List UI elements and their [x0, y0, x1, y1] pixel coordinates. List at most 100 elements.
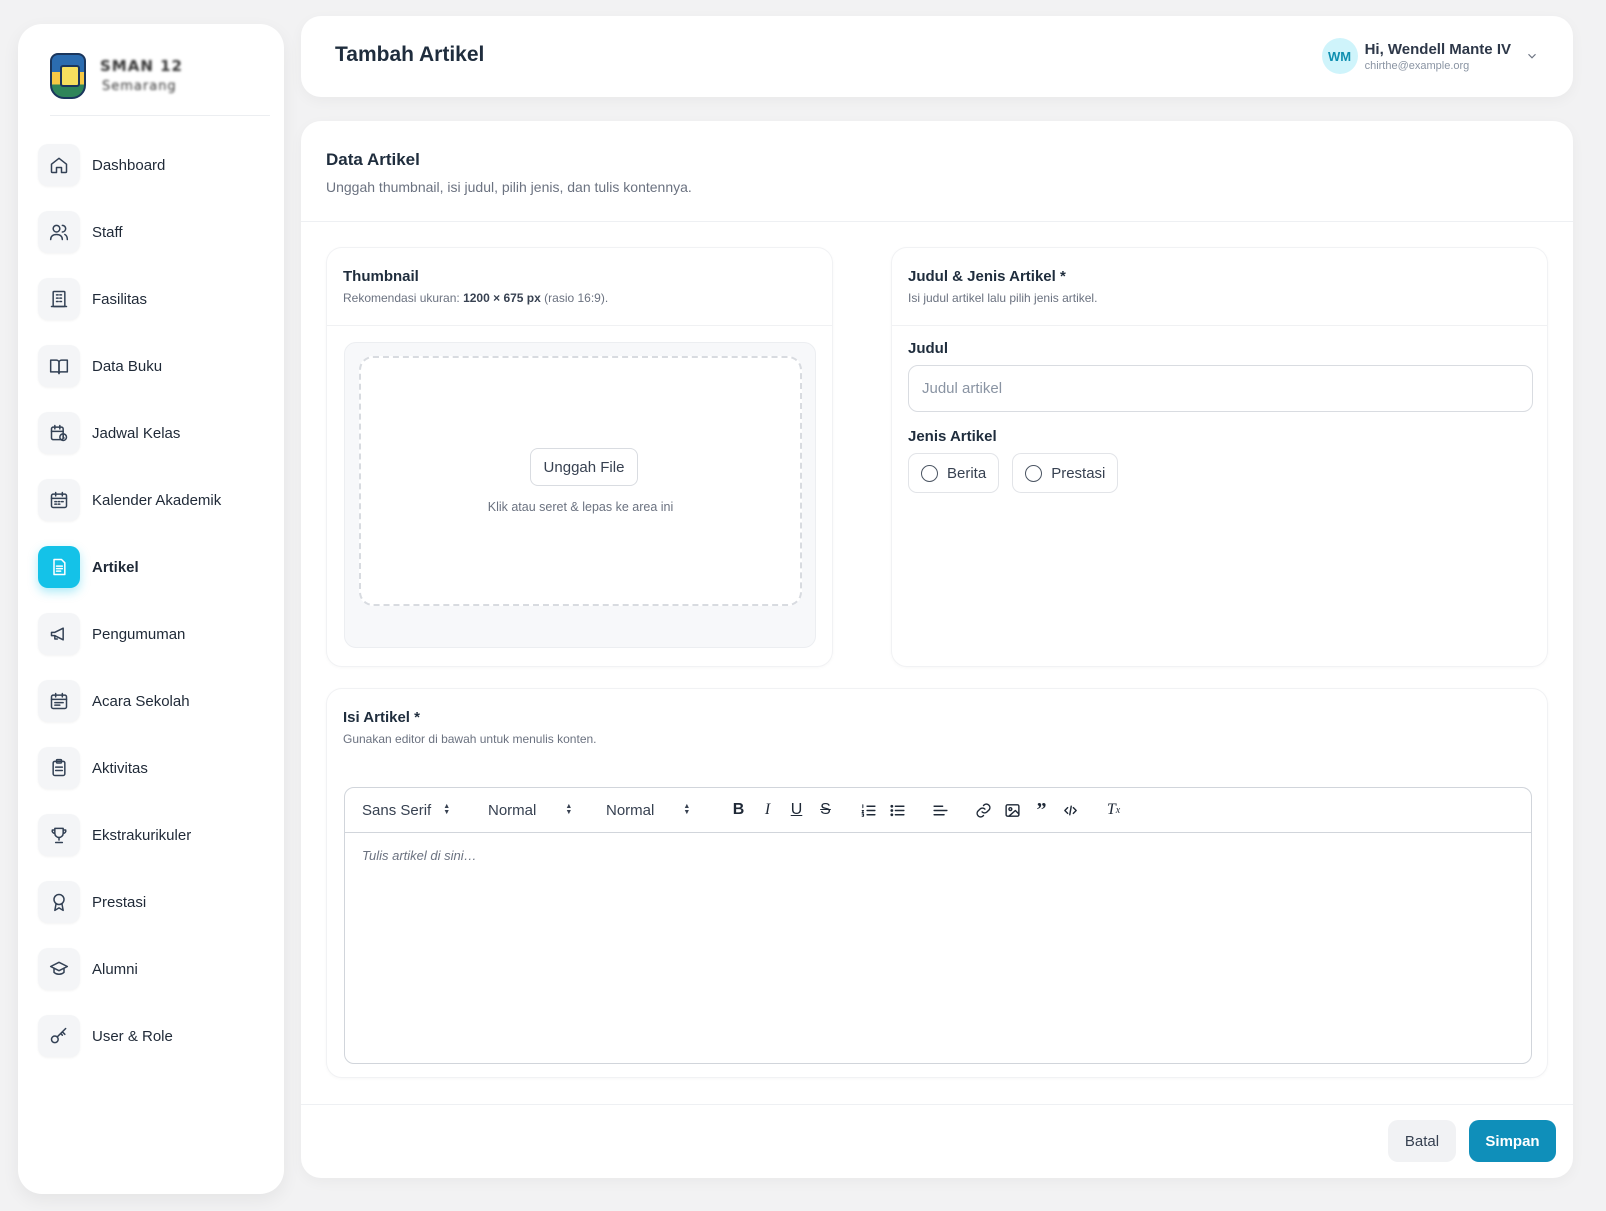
judul-panel-subtitle: Isi judul artikel lalu pilih jenis artik… — [908, 291, 1098, 305]
sidebar-item-alumni[interactable]: Alumni — [38, 948, 264, 990]
upload-dropzone[interactable]: Unggah File Klik atau seret & lepas ke a… — [359, 356, 802, 606]
radio-circle-icon — [1025, 464, 1043, 482]
updown-icon: ▲ ▼ — [565, 803, 573, 816]
dropzone-hint: Klik atau seret & lepas ke area ini — [487, 500, 674, 514]
sidebar-item-label: Kalender Akademik — [92, 491, 222, 509]
sidebar-item-staff[interactable]: Staff — [38, 211, 264, 253]
cancel-button[interactable]: Batal — [1388, 1120, 1456, 1162]
thumbnail-panel: Thumbnail Rekomendasi ukuran: 1200 × 675… — [326, 247, 833, 667]
jenis-artikel-options: Berita Prestasi — [908, 453, 1119, 493]
brand[interactable]: SMAN 12 Semarang — [50, 44, 270, 116]
calendar-clock-icon — [38, 412, 80, 454]
user-name: Hi, Wendell Mante IV — [1364, 40, 1511, 58]
font-family-select[interactable]: Sans Serif ▲ ▼ — [362, 802, 488, 819]
thumbnail-size: 1200 × 675 px — [463, 291, 541, 305]
sidebar-item-user-role[interactable]: User & Role — [38, 1015, 264, 1057]
award-icon — [38, 881, 80, 923]
sidebar-item-aktivitas[interactable]: Aktivitas — [38, 747, 264, 789]
heading-select[interactable]: Normal ▲ ▼ — [606, 802, 724, 819]
sidebar-item-label: Artikel — [92, 558, 139, 576]
sidebar-item-kalender-akademik[interactable]: Kalender Akademik — [38, 479, 264, 521]
sidebar-item-label: Fasilitas — [92, 290, 148, 308]
sidebar-item-prestasi[interactable]: Prestasi — [38, 881, 264, 923]
sidebar-item-label: User & Role — [92, 1027, 173, 1045]
sidebar-item-jadwal-kelas[interactable]: Jadwal Kelas — [38, 412, 264, 454]
user-menu[interactable]: WM Hi, Wendell Mante IV chirthe@example.… — [1321, 38, 1539, 74]
sidebar-item-fasilitas[interactable]: Fasilitas — [38, 278, 264, 320]
isi-panel-title: Isi Artikel * — [343, 709, 420, 726]
key-icon — [38, 1015, 80, 1057]
sidebar-item-label: Pengumuman — [92, 625, 186, 643]
home-icon — [38, 144, 80, 186]
sidebar-item-label: Jadwal Kelas — [92, 424, 181, 442]
judul-label: Judul — [908, 340, 948, 357]
quote-icon[interactable]: ” — [1027, 798, 1056, 822]
clipboard-icon — [38, 747, 80, 789]
italic-icon[interactable]: I — [753, 798, 782, 822]
sidebar-item-label: Ekstrakurikuler — [92, 826, 192, 844]
sidebar-item-label: Prestasi — [92, 893, 147, 911]
school-logo — [50, 52, 86, 99]
sidebar-item-label: Data Buku — [92, 357, 163, 375]
sidebar-item-acara-sekolah[interactable]: Acara Sekolah — [38, 680, 264, 722]
radio-label: Berita — [947, 464, 987, 482]
sidebar-item-label: Aktivitas — [92, 759, 148, 777]
sidebar-item-label: Acara Sekolah — [92, 692, 190, 710]
isi-panel-subtitle: Gunakan editor di bawah untuk menulis ko… — [343, 732, 597, 746]
ordered-list-icon[interactable] — [854, 798, 883, 822]
bullet-list-icon[interactable] — [883, 798, 912, 822]
user-email: chirthe@example.org — [1364, 59, 1470, 72]
top-header: Tambah Artikel WM Hi, Wendell Mante IV c… — [301, 16, 1573, 97]
clear-format-icon[interactable]: Tx — [1099, 798, 1128, 822]
judul-input[interactable] — [908, 365, 1533, 412]
building-icon — [38, 278, 80, 320]
font-size-select[interactable]: Normal ▲ ▼ — [488, 802, 606, 819]
radio-berita[interactable]: Berita — [908, 453, 1000, 493]
sidebar-item-pengumuman[interactable]: Pengumuman — [38, 613, 264, 655]
sidebar-item-data-buku[interactable]: Data Buku — [38, 345, 264, 387]
editor-toolbar: Sans Serif ▲ ▼ Normal ▲ ▼ Normal ▲ ▼ B I U S — [345, 788, 1531, 833]
bold-icon[interactable]: B — [724, 798, 753, 822]
editor-content-area[interactable]: Tulis artikel di sini… — [345, 833, 1531, 878]
calendar-event-icon — [38, 680, 80, 722]
radio-prestasi[interactable]: Prestasi — [1012, 453, 1119, 493]
save-button[interactable]: Simpan — [1469, 1120, 1556, 1162]
chevron-down-icon — [1525, 49, 1539, 63]
sidebar-nav: Dashboard Staff Fasilitas Data Buku Jadw… — [38, 144, 264, 1082]
align-icon[interactable] — [926, 798, 955, 822]
avatar: WM — [1321, 38, 1358, 74]
trophy-icon — [38, 814, 80, 856]
main-card: Data Artikel Unggah thumbnail, isi judul… — [301, 121, 1573, 1178]
updown-icon: ▲ ▼ — [683, 803, 691, 816]
link-icon[interactable] — [969, 798, 998, 822]
footer-divider — [301, 1104, 1573, 1105]
sidebar-item-label: Staff — [92, 223, 123, 241]
thumbnail-hint: Rekomendasi ukuran: 1200 × 675 px (rasio… — [343, 291, 609, 305]
document-icon — [38, 546, 80, 588]
sidebar-item-label: Alumni — [92, 960, 138, 978]
underline-icon[interactable]: U — [782, 798, 811, 822]
sidebar-item-artikel[interactable]: Artikel — [38, 546, 264, 588]
sidebar-item-dashboard[interactable]: Dashboard — [38, 144, 264, 186]
thumbnail-title: Thumbnail — [343, 268, 419, 285]
sidebar: SMAN 12 Semarang Dashboard Staff Fasilit… — [18, 24, 284, 1194]
code-icon[interactable] — [1056, 798, 1085, 822]
rich-text-editor: Sans Serif ▲ ▼ Normal ▲ ▼ Normal ▲ ▼ B I U S — [344, 787, 1532, 1064]
jenis-artikel-label: Jenis Artikel — [908, 428, 997, 445]
isi-artikel-panel: Isi Artikel * Gunakan editor di bawah un… — [326, 688, 1548, 1078]
book-icon — [38, 345, 80, 387]
graduation-cap-icon — [38, 948, 80, 990]
main-header: Data Artikel Unggah thumbnail, isi judul… — [301, 121, 1573, 222]
image-icon[interactable] — [998, 798, 1027, 822]
sidebar-item-ekstrakurikuler[interactable]: Ekstrakurikuler — [38, 814, 264, 856]
upload-file-button[interactable]: Unggah File — [530, 448, 638, 486]
judul-panel-title: Judul & Jenis Artikel * — [908, 268, 1066, 285]
strike-icon[interactable]: S — [811, 798, 840, 822]
users-icon — [38, 211, 80, 253]
brand-name: SMAN 12 — [100, 57, 183, 75]
upload-container: Unggah File Klik atau seret & lepas ke a… — [344, 342, 816, 648]
updown-icon: ▲ ▼ — [443, 803, 451, 816]
brand-city: Semarang — [102, 79, 177, 94]
section-subtitle: Unggah thumbnail, isi judul, pilih jenis… — [326, 179, 692, 195]
radio-circle-icon — [921, 464, 938, 482]
